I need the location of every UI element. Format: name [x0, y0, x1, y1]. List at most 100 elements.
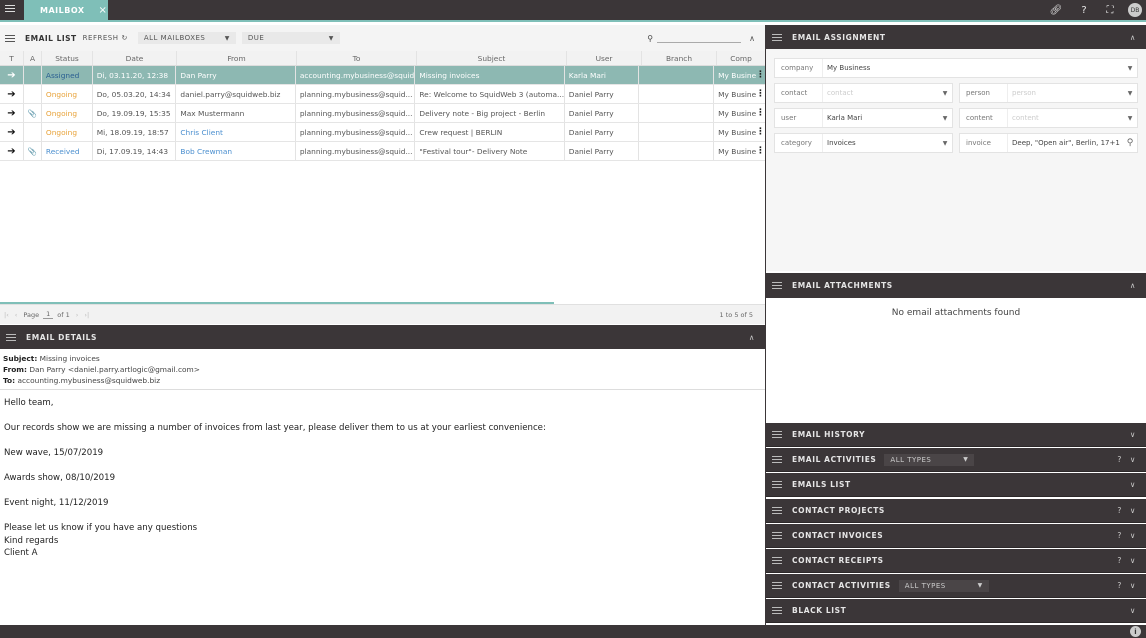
company-field[interactable]: company My Business ▼	[774, 58, 1138, 78]
next-page-icon[interactable]: ›	[76, 311, 79, 319]
column-header[interactable]: A	[24, 51, 42, 65]
column-header[interactable]: Comp	[717, 51, 765, 65]
main-menu-icon[interactable]	[5, 5, 15, 14]
column-header[interactable]: User	[567, 51, 642, 65]
section-contact-invoices[interactable]: CONTACT INVOICES? ∨	[766, 523, 1146, 548]
first-page-icon[interactable]: |‹	[4, 311, 9, 319]
open-arrow-icon[interactable]: ➔	[7, 146, 15, 157]
help-icon[interactable]: ?	[1117, 506, 1122, 515]
body-line: Awards show, 08/10/2019	[4, 473, 116, 483]
collapse-icon[interactable]: ∧	[1130, 33, 1136, 42]
section-contact-projects[interactable]: CONTACT PROJECTS? ∨	[766, 498, 1146, 523]
column-header[interactable]: Date	[93, 51, 177, 65]
row-menu-icon[interactable]: ⋮	[756, 89, 765, 99]
help-icon[interactable]: ?	[1117, 581, 1122, 590]
refresh-button[interactable]: REFRESH ↻	[83, 34, 128, 42]
table-row[interactable]: ➔ 📎 Ongoing Do, 19.09.19, 15:35 Max Musterma…	[0, 104, 765, 123]
expand-icon[interactable]: ∨	[1130, 606, 1136, 615]
chevron-down-icon: ▼	[963, 456, 969, 464]
type-filter-select[interactable]: ALL TYPES ▼	[884, 453, 975, 466]
column-header[interactable]: Subject	[417, 51, 567, 65]
collapse-icon[interactable]: ∧	[749, 34, 755, 43]
help-icon[interactable]: ?	[1117, 531, 1122, 540]
search-icon[interactable]: ⚲	[1123, 138, 1137, 148]
close-icon[interactable]: ×	[99, 5, 108, 16]
user-avatar[interactable]: DB	[1128, 3, 1142, 17]
row-menu-icon[interactable]: ⋮	[756, 146, 765, 156]
section-menu-icon[interactable]	[772, 531, 782, 539]
section-contact-activities[interactable]: CONTACT ACTIVITIES ALL TYPES ▼? ∨	[766, 574, 1146, 599]
section-menu-icon[interactable]	[772, 506, 782, 514]
table-row[interactable]: ➔ 📎 Received Di, 17.09.19, 14:43 Bob Crewman…	[0, 142, 765, 161]
contact-field[interactable]: contact contact ▼	[774, 83, 953, 103]
section-emails-list[interactable]: EMAILS LIST ∨	[766, 473, 1146, 498]
table-row[interactable]: ➔ Ongoing Mi, 18.09.19, 18:57 Chris Client p…	[0, 123, 765, 142]
category-field[interactable]: category Invoices ▼	[774, 133, 953, 153]
invoice-field[interactable]: invoice Deep, "Open air", Berlin, 17+1 ⚲	[959, 133, 1138, 153]
type-filter-select[interactable]: ALL TYPES ▼	[898, 579, 989, 592]
link-icon[interactable]: 🔗︎	[1048, 2, 1064, 18]
expand-icon[interactable]: ∨	[1130, 531, 1136, 540]
table-row[interactable]: ➔ Assigned Di, 03.11.20, 12:38 Dan Parry acc…	[0, 66, 765, 85]
help-icon[interactable]: ?	[1117, 556, 1122, 565]
fullscreen-icon[interactable]: ⛶	[1102, 2, 1118, 18]
expand-icon[interactable]: ∨	[1130, 455, 1136, 464]
email-assignment-menu-icon[interactable]	[772, 33, 782, 41]
section-menu-icon[interactable]	[772, 456, 782, 464]
date-cell: Do, 05.03.20, 14:34	[93, 85, 177, 103]
mailbox-filter-select[interactable]: ALL MAILBOXES ▼	[137, 32, 236, 44]
section-menu-icon[interactable]	[772, 431, 782, 438]
chevron-down-icon: ▼	[1127, 64, 1133, 72]
prev-page-icon[interactable]: ‹	[15, 311, 18, 319]
open-cell: ➔	[0, 104, 24, 122]
email-list-menu-icon[interactable]	[5, 34, 15, 42]
body-line: Kind regards	[4, 535, 59, 546]
row-menu-icon[interactable]: ⋮	[756, 127, 765, 137]
expand-icon[interactable]: ∨	[1130, 556, 1136, 565]
section-contact-receipts[interactable]: CONTACT RECEIPTS? ∨	[766, 549, 1146, 573]
user-field[interactable]: user Karla Mari ▼	[774, 108, 953, 128]
column-header[interactable]: T	[0, 51, 24, 65]
email-attachments-menu-icon[interactable]	[772, 282, 782, 289]
section-email-activities[interactable]: EMAIL ACTIVITIES ALL TYPES ▼? ∨	[766, 448, 1146, 473]
open-arrow-icon[interactable]: ➔	[7, 70, 15, 81]
collapse-icon[interactable]: ∧	[1130, 281, 1136, 290]
section-black-list[interactable]: BLACK LIST ∨	[766, 599, 1146, 624]
help-icon[interactable]: ?	[1117, 455, 1122, 464]
section-menu-icon[interactable]	[772, 607, 782, 615]
info-icon[interactable]: i	[1130, 626, 1141, 637]
table-row[interactable]: ➔ Ongoing Do, 05.03.20, 14:34 daniel.parry@…	[0, 85, 765, 104]
expand-icon[interactable]: ∨	[1130, 430, 1136, 439]
help-icon[interactable]: ?	[1076, 2, 1092, 18]
user-cell: Karla Mari	[565, 66, 640, 84]
content-field[interactable]: content content ▼	[959, 108, 1138, 128]
column-header[interactable]: From	[177, 51, 297, 65]
company-label: company	[775, 59, 823, 77]
open-arrow-icon[interactable]: ➔	[7, 127, 15, 138]
last-page-icon[interactable]: ›|	[84, 311, 89, 319]
section-menu-icon[interactable]	[772, 481, 782, 489]
expand-icon[interactable]: ∨	[1130, 480, 1136, 489]
section-menu-icon[interactable]	[772, 582, 782, 590]
page-number-input[interactable]: 1	[43, 310, 54, 319]
body-line: Event night, 11/12/2019	[4, 498, 109, 508]
open-arrow-icon[interactable]: ➔	[7, 108, 15, 119]
section-menu-icon[interactable]	[772, 557, 782, 564]
date-cell: Do, 19.09.19, 15:35	[93, 104, 177, 122]
expand-icon[interactable]: ∨	[1130, 506, 1136, 515]
section-email-history[interactable]: EMAIL HISTORY ∨	[766, 423, 1146, 447]
tab-mailbox[interactable]: MAILBOX ×	[24, 0, 108, 20]
email-details-menu-icon[interactable]	[6, 333, 16, 341]
row-menu-icon[interactable]: ⋮	[756, 108, 765, 118]
column-header[interactable]: Status	[42, 51, 93, 65]
person-field[interactable]: person person ▼	[959, 83, 1138, 103]
open-arrow-icon[interactable]: ➔	[7, 89, 15, 100]
expand-icon[interactable]: ∨	[1130, 581, 1136, 590]
collapse-icon[interactable]: ∧	[749, 333, 755, 342]
search-input[interactable]	[657, 34, 742, 43]
row-menu-icon[interactable]: ⋮	[756, 70, 765, 80]
column-header[interactable]: Branch	[642, 51, 717, 65]
due-filter-select[interactable]: DUE ▼	[241, 32, 340, 44]
column-header[interactable]: To	[297, 51, 417, 65]
chevron-down-icon: ▼	[942, 114, 948, 122]
